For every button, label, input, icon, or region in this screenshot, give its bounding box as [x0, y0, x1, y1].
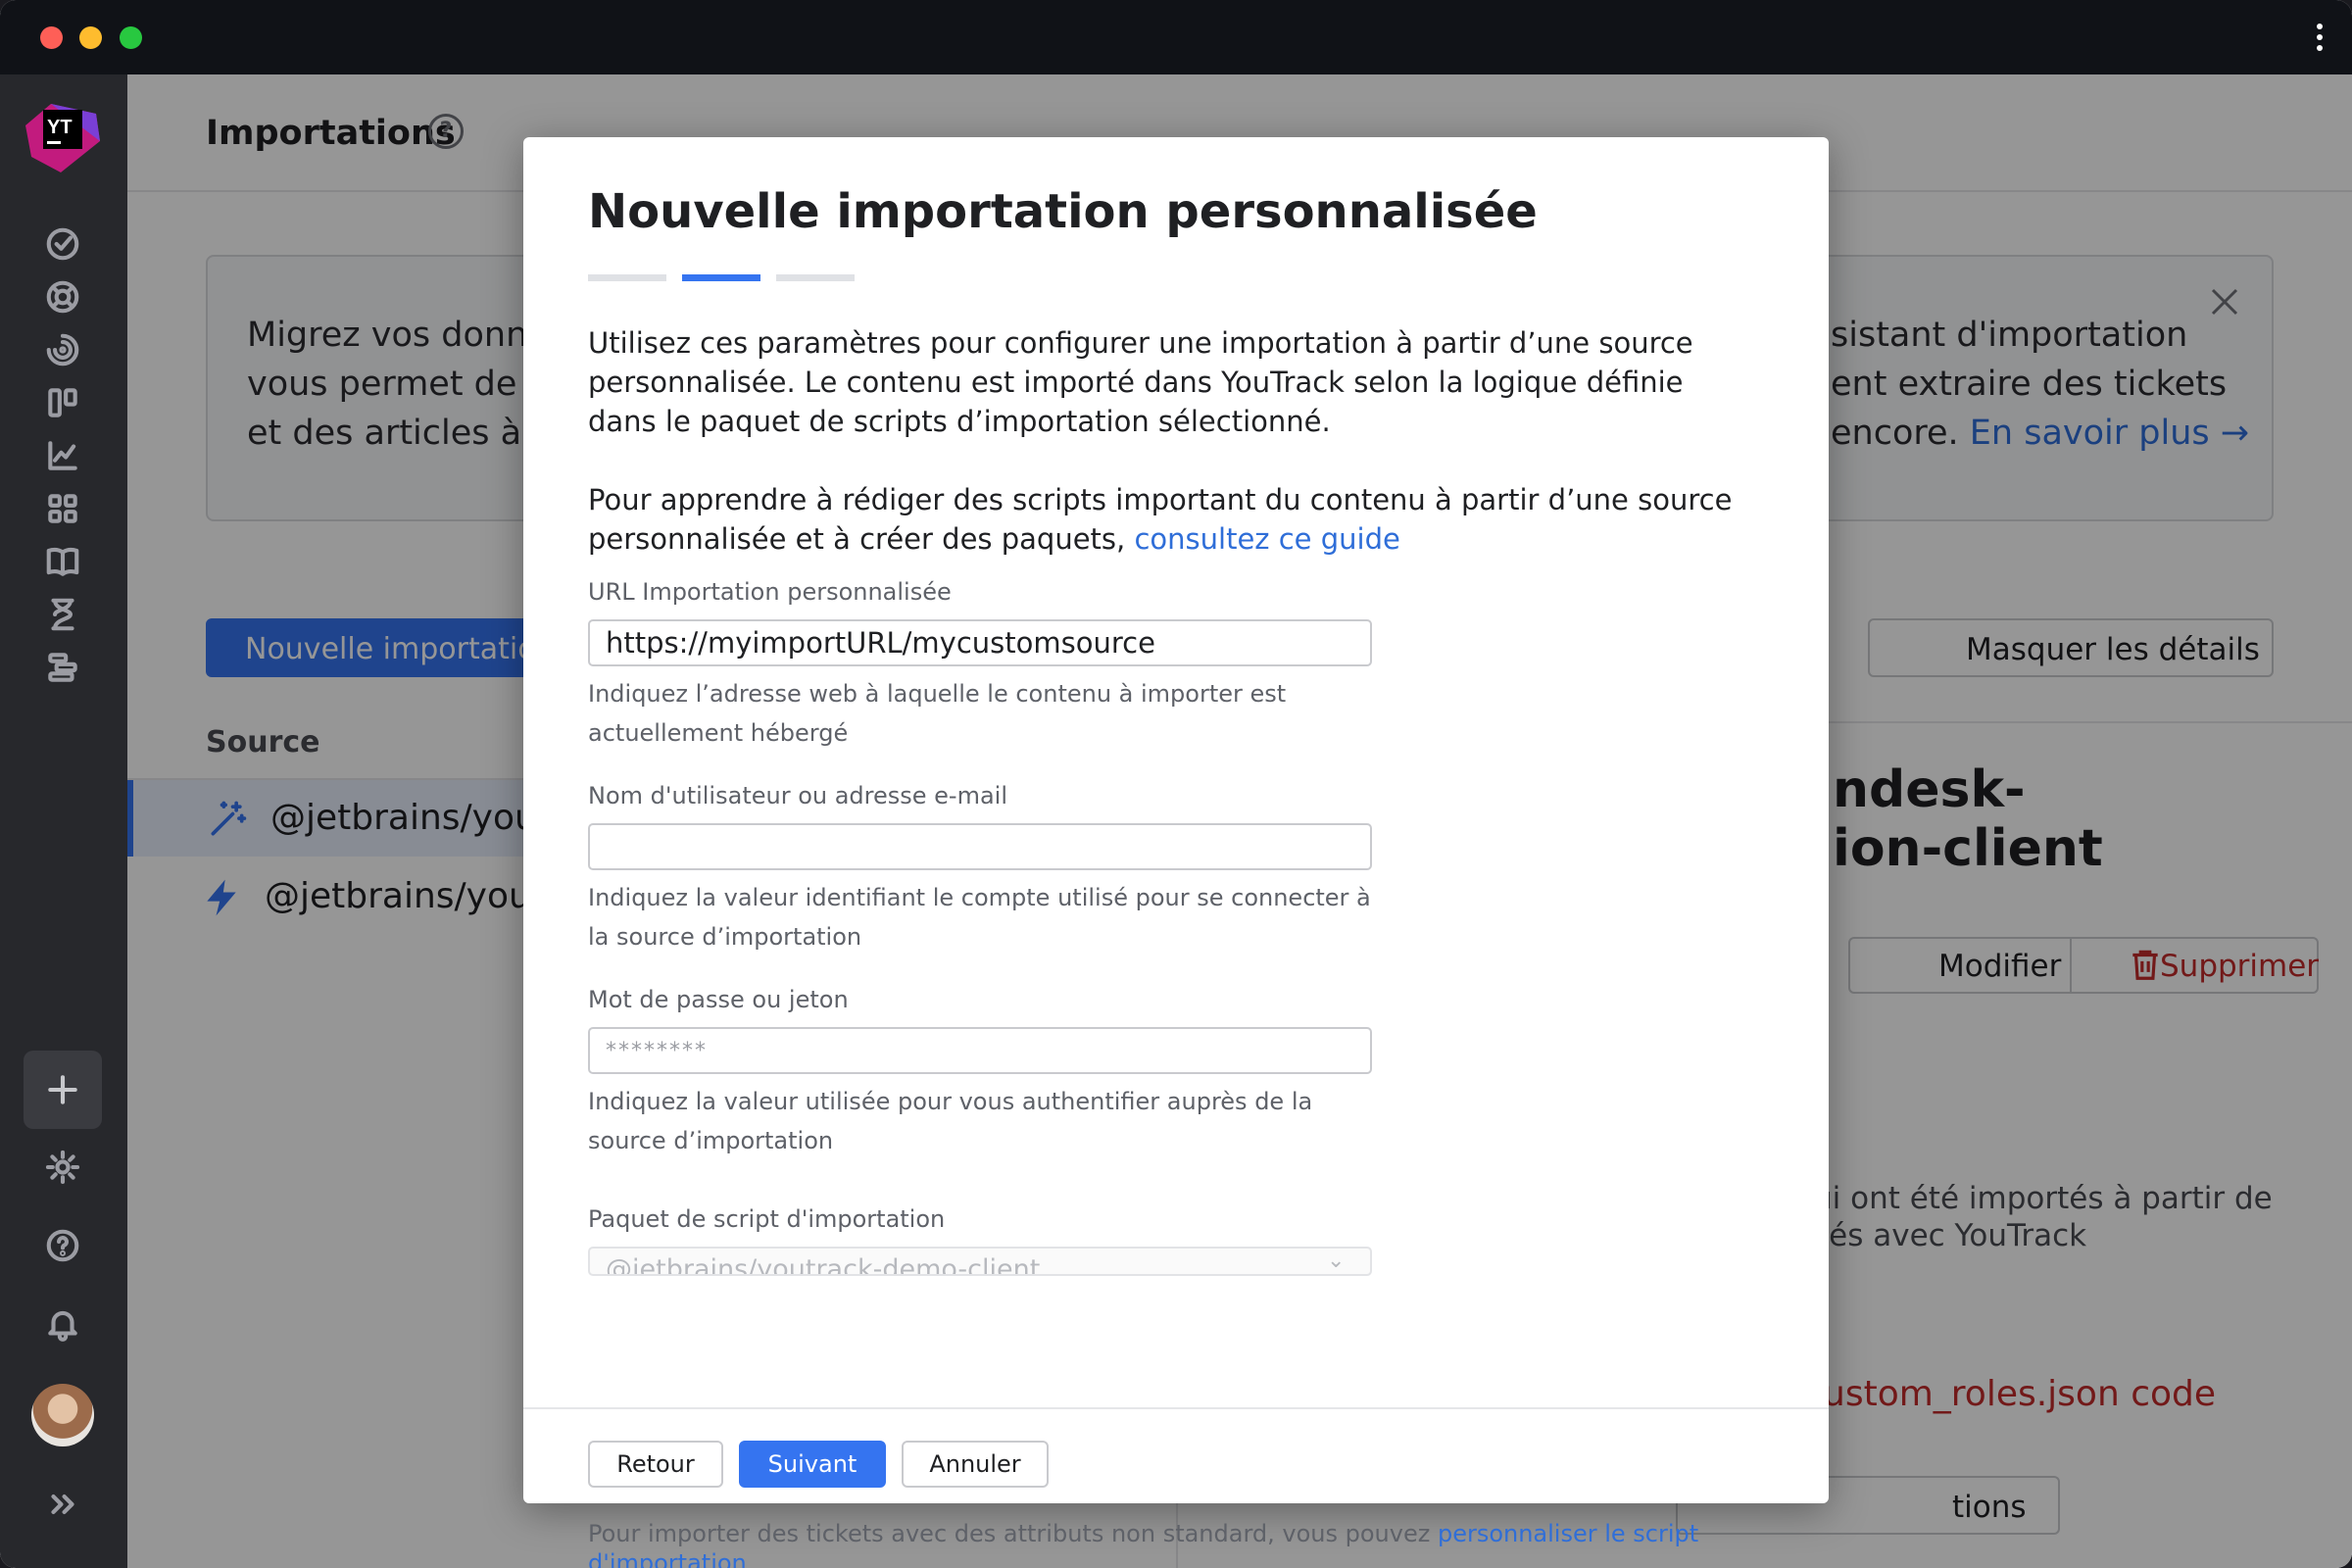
apps-grid-icon[interactable]: [36, 482, 89, 535]
avatar[interactable]: [31, 1384, 94, 1446]
help-circle-icon[interactable]: [36, 1219, 89, 1272]
timeline-icon[interactable]: [36, 641, 89, 694]
username-field-label: Nom d'utilisateur ou adresse e-mail: [588, 782, 1008, 809]
sidebar: YT: [0, 74, 127, 1568]
dialog-content: Utilisez ces paramètres pour configurer …: [523, 137, 1829, 1407]
url-input[interactable]: [588, 619, 1372, 666]
intro-text: Utilisez ces paramètres pour configurer …: [588, 326, 1693, 438]
custom-import-dialog: Nouvelle importation personnalisée Utili…: [523, 137, 1829, 1568]
logo-text: YT: [47, 117, 73, 138]
bell-icon[interactable]: [36, 1298, 89, 1350]
password-field-hint: Indiquez la valeur utilisée pour vous au…: [588, 1088, 1313, 1154]
intro-text: Pour apprendre à rédiger des scripts imp…: [588, 480, 1744, 559]
password-input[interactable]: [588, 1027, 1372, 1074]
add-icon[interactable]: [24, 1051, 102, 1129]
lifebuoy-icon[interactable]: [36, 270, 89, 323]
check-circle-icon[interactable]: [36, 218, 89, 270]
back-button[interactable]: Retour: [588, 1441, 723, 1488]
url-field-label: URL Importation personnalisée: [588, 578, 952, 606]
gear-icon[interactable]: [36, 1141, 89, 1194]
youtrack-logo[interactable]: YT: [22, 96, 104, 174]
guide-link[interactable]: consultez ce guide: [1134, 522, 1399, 556]
chevron-down-icon: ⌄: [1327, 1249, 1346, 1273]
app-window: YT Importations ? Migrez vos donne vous …: [0, 0, 2352, 1568]
title-bar: [0, 0, 2352, 74]
url-field-hint: Indiquez l’adresse web à laquelle le con…: [588, 680, 1287, 747]
hourglass-icon[interactable]: [36, 588, 89, 641]
cancel-button[interactable]: Annuler: [902, 1441, 1049, 1488]
spiral-icon[interactable]: [36, 323, 89, 376]
expand-icon[interactable]: [36, 1478, 89, 1531]
next-button[interactable]: Suivant: [739, 1441, 886, 1488]
window-close-button[interactable]: [40, 26, 63, 49]
more-options-icon[interactable]: [2315, 24, 2325, 53]
board-icon[interactable]: [36, 376, 89, 429]
window-minimize-button[interactable]: [79, 26, 102, 49]
password-field-label: Mot de passe ou jeton: [588, 986, 849, 1013]
footer-note-text: Pour importer des tickets avec des attri…: [588, 1520, 1438, 1547]
footer-note: Pour importer des tickets avec des attri…: [588, 1519, 1705, 1568]
username-field-hint: Indiquez la valeur identifiant le compte…: [588, 884, 1371, 951]
book-icon[interactable]: [36, 535, 89, 588]
username-input[interactable]: [588, 823, 1372, 870]
package-field-label: Paquet de script d'importation: [588, 1205, 946, 1233]
chart-icon[interactable]: [36, 429, 89, 482]
package-select[interactable]: @jetbrains/youtrack-demo-client: [588, 1247, 1372, 1276]
divider: [523, 1407, 1829, 1409]
window-maximize-button[interactable]: [120, 26, 142, 49]
